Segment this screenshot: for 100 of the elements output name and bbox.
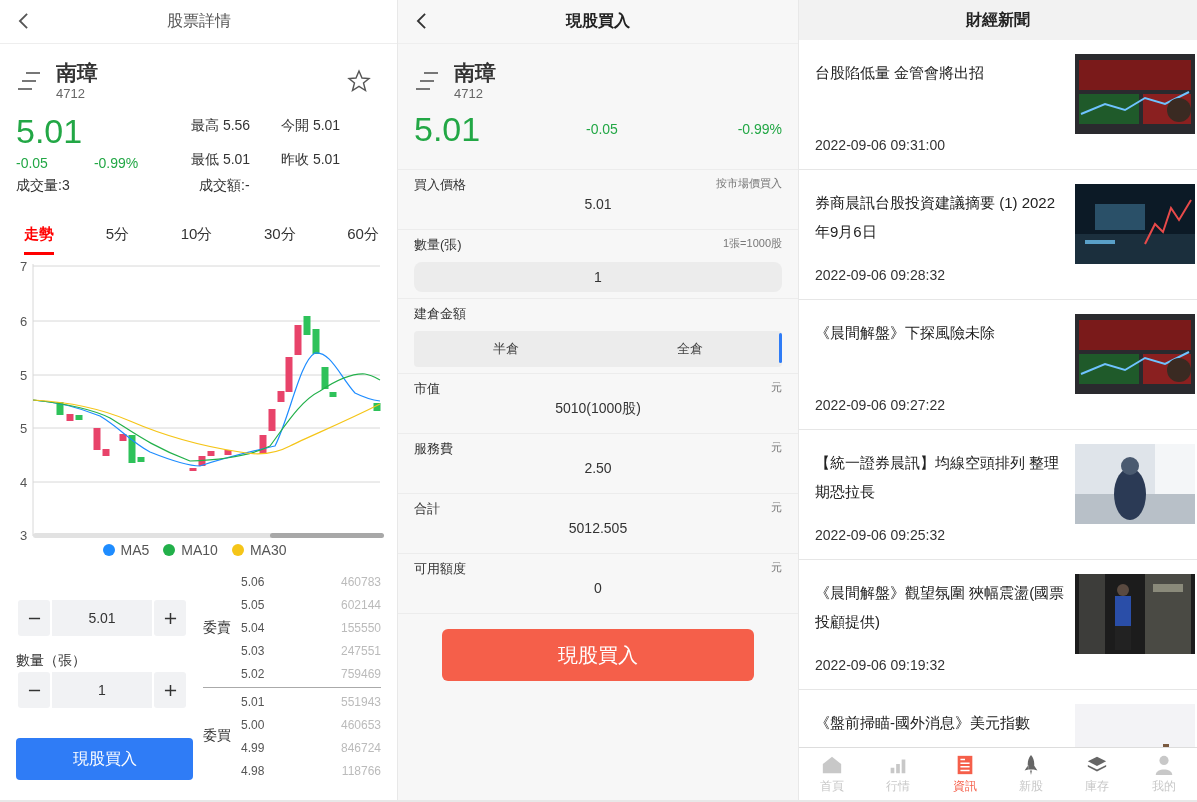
field-label: 可用額度 bbox=[414, 560, 466, 578]
field-hint: 元 bbox=[771, 560, 782, 575]
ask-price: 5.02 bbox=[241, 666, 265, 681]
field-value: 5.01 bbox=[583, 196, 613, 212]
legend-label: MA10 bbox=[181, 542, 218, 558]
y-axis-label: 7 bbox=[20, 259, 28, 274]
candle bbox=[56, 402, 64, 415]
news-title: 《盤前掃瞄-國外消息》美元指數 bbox=[815, 713, 1031, 733]
quantity-field[interactable]: 1 bbox=[414, 262, 782, 292]
candle bbox=[268, 409, 276, 431]
news-item[interactable]: 台股陷低量 金管會將出招 2022-09-06 09:31:00 bbox=[799, 40, 1197, 170]
period-tab[interactable]: 5分 bbox=[105, 225, 129, 255]
chart-scrollbar[interactable] bbox=[33, 533, 384, 538]
field-value: 5010(1000股) bbox=[554, 400, 642, 418]
ask-volume: 759469 bbox=[340, 666, 381, 681]
news-time: 2022-09-06 09:31:00 bbox=[815, 137, 946, 153]
position-option[interactable]: 半倉 bbox=[414, 331, 598, 367]
period-tab[interactable]: 走勢 bbox=[24, 225, 54, 255]
ask-volume: 602144 bbox=[340, 597, 381, 612]
minus-button[interactable] bbox=[18, 672, 50, 708]
lines-icon bbox=[16, 69, 42, 92]
news-item[interactable]: 《晨間解盤》觀望氛圍 狹幅震盪(國票投顧提供) 2022-09-06 09:19:32 bbox=[799, 560, 1197, 690]
change-percent: -0.99% bbox=[93, 155, 139, 171]
stat-label: 最高 5.56 bbox=[191, 117, 252, 135]
candle bbox=[321, 367, 329, 389]
period-tab[interactable]: 30分 bbox=[263, 225, 296, 255]
y-axis-label: 3 bbox=[20, 528, 28, 540]
plus-icon bbox=[163, 611, 177, 625]
price-change: -0.05 bbox=[586, 121, 619, 137]
amount-text: 成交額:- bbox=[199, 177, 250, 195]
news-time: 2022-09-06 09:25:32 bbox=[815, 527, 946, 543]
news-time: 2022-09-06 09:28:32 bbox=[815, 267, 946, 283]
field-value: 5012.505 bbox=[567, 520, 629, 536]
back-icon[interactable] bbox=[416, 12, 427, 30]
plus-button[interactable] bbox=[154, 600, 186, 636]
ask-volume: 155550 bbox=[340, 620, 381, 635]
field-value: 2.50 bbox=[583, 460, 613, 476]
legend-label: MA5 bbox=[120, 542, 150, 558]
ask-price: 5.03 bbox=[241, 643, 265, 658]
field-hint: 1張=1000股 bbox=[723, 236, 782, 251]
news-time: 2022-09-06 09:19:32 bbox=[815, 657, 946, 673]
y-axis-label: 6 bbox=[20, 314, 28, 329]
field-hint: 元 bbox=[771, 380, 782, 395]
stock-name: 南璋 bbox=[56, 60, 99, 86]
position-option[interactable]: 全倉 bbox=[598, 331, 782, 367]
back-icon[interactable] bbox=[18, 12, 29, 30]
plus-button[interactable] bbox=[154, 672, 186, 708]
scroll-indicator bbox=[779, 333, 782, 363]
candle bbox=[329, 392, 337, 397]
stat-label: 昨收 5.01 bbox=[281, 150, 342, 169]
candle bbox=[189, 468, 197, 471]
page-title: 股票詳情 bbox=[166, 11, 231, 31]
bid-price: 5.01 bbox=[241, 694, 265, 709]
stat-label: 最低 5.01 bbox=[191, 150, 252, 169]
field-label: 買入價格 bbox=[414, 176, 466, 194]
stat-label: 今開 5.01 bbox=[281, 117, 342, 135]
minus-button[interactable] bbox=[18, 600, 50, 636]
news-title: 《晨間解盤》下探風險未除 bbox=[815, 323, 996, 343]
news-title: 券商晨訊台股投資建議摘要 (1) 2022年9月6日 bbox=[815, 193, 1057, 242]
field-label: 建倉金額 bbox=[414, 305, 466, 323]
period-tab[interactable]: 60分 bbox=[347, 225, 379, 255]
bid-volume: 846724 bbox=[340, 740, 381, 755]
news-time: 2022-09-06 09:27:22 bbox=[815, 397, 946, 413]
field-hint: 元 bbox=[771, 500, 782, 515]
bid-price: 4.98 bbox=[241, 763, 265, 778]
bid-volume: 551943 bbox=[340, 694, 381, 709]
y-axis-label: 5 bbox=[20, 368, 28, 383]
price-field[interactable]: 5.01 bbox=[52, 600, 152, 636]
star-icon[interactable] bbox=[347, 68, 371, 93]
ask-label: 委賣 bbox=[203, 618, 232, 637]
news-item[interactable]: 《晨間解盤》下探風險未除 2022-09-06 09:27:22 bbox=[799, 300, 1197, 430]
y-axis-label: 5 bbox=[20, 421, 28, 436]
ask-price: 5.04 bbox=[241, 620, 265, 635]
bid-price: 5.00 bbox=[241, 717, 265, 732]
ask-volume: 247551 bbox=[340, 643, 381, 658]
news-title: 【統一證券晨訊】均線空頭排列 整理期恐拉長 bbox=[815, 453, 1061, 502]
field-hint: 元 bbox=[771, 440, 782, 455]
field-value: 0 bbox=[593, 580, 603, 596]
quantity-field[interactable]: 1 bbox=[52, 672, 152, 708]
page-title: 現股買入 bbox=[566, 11, 630, 31]
ask-volume: 460783 bbox=[340, 574, 381, 589]
stock-price: 5.01 bbox=[16, 111, 84, 151]
stock-price: 5.01 bbox=[414, 109, 482, 149]
buy-button[interactable]: 現股買入 bbox=[16, 738, 193, 780]
field-label: 市值 bbox=[414, 380, 440, 398]
change-percent: -0.99% bbox=[737, 121, 782, 137]
stock-code: 4712 bbox=[454, 86, 484, 101]
news-item[interactable]: 【統一證券晨訊】均線空頭排列 整理期恐拉長 2022-09-06 09:25:32 bbox=[799, 430, 1197, 560]
ask-price: 5.05 bbox=[241, 597, 265, 612]
news-item[interactable]: 券商晨訊台股投資建議摘要 (1) 2022年9月6日 2022-09-06 09:28:32 bbox=[799, 170, 1197, 300]
quantity-label: 數量（張） bbox=[16, 652, 87, 670]
field-label: 數量(張) bbox=[414, 236, 462, 254]
candle bbox=[224, 450, 232, 455]
news-title: 台股陷低量 金管會將出招 bbox=[815, 63, 986, 83]
ask-price: 5.06 bbox=[241, 574, 265, 589]
period-tab[interactable]: 10分 bbox=[180, 225, 213, 255]
volume-text: 成交量:3 bbox=[16, 177, 71, 195]
candle bbox=[259, 435, 267, 454]
y-axis-label: 4 bbox=[20, 475, 28, 490]
field-label: 服務費 bbox=[414, 440, 453, 458]
